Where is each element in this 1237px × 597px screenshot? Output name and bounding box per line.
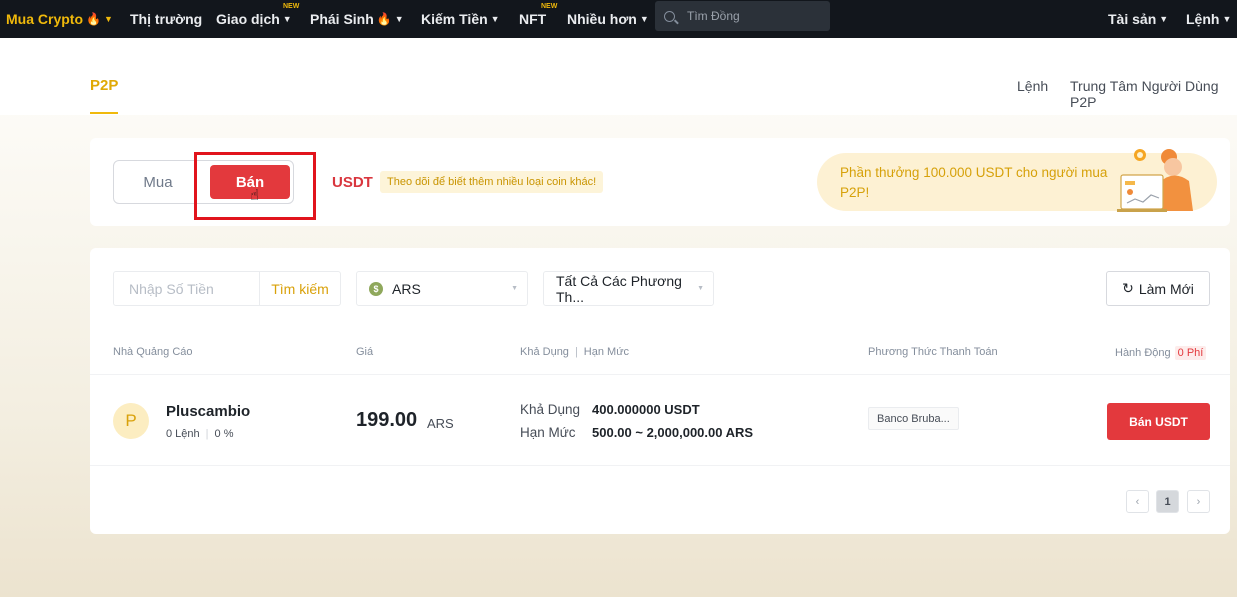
nav-earn[interactable]: Kiếm Tiền ▼ bbox=[421, 0, 500, 38]
search-icon bbox=[664, 10, 675, 22]
refresh-label: Làm Mới bbox=[1138, 280, 1194, 297]
nav-more-label: Nhiều hơn bbox=[567, 11, 637, 27]
nav-derivatives-label: Phái Sinh bbox=[310, 11, 374, 27]
ad-price-currency: ARS bbox=[427, 416, 454, 431]
chevron-down-icon: ▼ bbox=[103, 14, 113, 24]
nav-orders[interactable]: Lệnh ▼ bbox=[1186, 0, 1231, 38]
user-center-link[interactable]: Trung Tâm Người Dùng P2P bbox=[1070, 78, 1237, 110]
chevron-down-icon: ▼ bbox=[697, 285, 704, 292]
col-available: Khả Dụng bbox=[520, 346, 569, 358]
merchant-name[interactable]: Pluscambio bbox=[166, 403, 250, 420]
nav-assets-label: Tài sản bbox=[1108, 11, 1157, 27]
nav-assets[interactable]: Tài sản ▼ bbox=[1108, 0, 1168, 38]
table-row: P Pluscambio 0 Lệnh | 0 % 199.00 ARS Khả D… bbox=[90, 376, 1230, 466]
buy-tab-button[interactable]: Mua bbox=[115, 162, 201, 202]
nav-nft[interactable]: NFT NEW bbox=[519, 0, 557, 38]
payment-method-select-value: Tất Cả Các Phương Th... bbox=[556, 272, 682, 305]
coin-hint-badge[interactable]: Theo dõi để biết thêm nhiều loại coin kh… bbox=[380, 171, 604, 193]
tab-p2p[interactable]: P2P bbox=[90, 77, 118, 94]
col-divider: | bbox=[574, 346, 578, 358]
nav-buy-crypto[interactable]: Mua Crypto 🔥 ▼ bbox=[6, 0, 113, 38]
ad-listing-card: Tìm kiếm $ ARS ▼ Tất Cả Các Phương Th...… bbox=[90, 248, 1230, 534]
ars-coin-icon: $ bbox=[369, 281, 383, 296]
chevron-down-icon: ▼ bbox=[1159, 14, 1169, 24]
stats-divider: | bbox=[205, 428, 209, 440]
chevron-down-icon: ▼ bbox=[639, 14, 649, 24]
chevron-down-icon: ▼ bbox=[1222, 14, 1232, 24]
row-divider bbox=[90, 465, 1230, 466]
new-badge: NEW bbox=[283, 3, 300, 10]
nav-trade-label: Giao dịch bbox=[216, 11, 280, 27]
col-payment: Phương Thức Thanh Toán bbox=[868, 346, 998, 358]
payment-method-select[interactable]: Tất Cả Các Phương Th... ▼ bbox=[543, 271, 714, 306]
nav-markets-label: Thị trường bbox=[130, 11, 203, 27]
col-limit: Hạn Mức bbox=[583, 346, 630, 358]
refresh-icon: ↻ bbox=[1122, 280, 1134, 296]
nav-nft-label: NFT bbox=[519, 11, 547, 27]
merchant-completion: 0 % bbox=[214, 428, 234, 440]
trade-type-card: Mua Bán ☝ USDT Theo dõi để biết thêm nhi… bbox=[90, 138, 1230, 226]
promo-illustration-icon bbox=[1117, 149, 1193, 212]
nav-orders-label: Lệnh bbox=[1186, 11, 1220, 27]
nav-more[interactable]: Nhiều hơn ▼ bbox=[567, 0, 649, 38]
chevron-down-icon: ▼ bbox=[394, 14, 404, 24]
avatar: P bbox=[113, 403, 149, 439]
nav-buy-crypto-label: Mua Crypto bbox=[6, 11, 83, 27]
nav-derivatives[interactable]: Phái Sinh 🔥 ▼ bbox=[310, 0, 404, 38]
limit-value: 500.00 ~ 2,000,000.00 ARS bbox=[592, 425, 754, 440]
limit-label: Hạn Mức bbox=[520, 425, 576, 440]
available-label: Khả Dụng bbox=[520, 402, 581, 417]
chevron-down-icon: ▼ bbox=[490, 14, 500, 24]
page-1-button[interactable]: 1 bbox=[1156, 490, 1179, 513]
nav-markets[interactable]: Thị trường bbox=[130, 0, 202, 38]
col-action: Hành Động 0 Phí bbox=[1115, 346, 1207, 360]
fiat-select-value: ARS bbox=[392, 280, 421, 297]
header-divider bbox=[90, 374, 1230, 375]
tab-underline bbox=[90, 112, 118, 114]
coin-selector-usdt[interactable]: USDT bbox=[332, 174, 373, 191]
col-available-limit: Khả Dụng | Hạn Mức bbox=[520, 346, 629, 358]
merchant-stats: 0 Lệnh | 0 % bbox=[166, 428, 233, 440]
col-price: Giá bbox=[356, 346, 374, 358]
sell-usdt-button[interactable]: Bán USDT bbox=[1107, 403, 1210, 440]
fire-icon: 🔥 bbox=[376, 12, 392, 26]
amount-input[interactable] bbox=[114, 272, 259, 305]
merchant-orders: 0 Lệnh bbox=[166, 428, 200, 440]
fiat-select[interactable]: $ ARS ▼ bbox=[356, 271, 528, 306]
ad-price: 199.00 bbox=[356, 409, 418, 431]
coin-search-input[interactable] bbox=[687, 9, 817, 23]
promo-text: Phần thưởng 100.000 USDT cho người mua P… bbox=[840, 165, 1108, 200]
new-badge: NEW bbox=[541, 3, 558, 10]
next-page-button[interactable]: › bbox=[1187, 490, 1210, 513]
chevron-down-icon: ▼ bbox=[511, 285, 518, 292]
available-value: 400.000000 USDT bbox=[592, 402, 700, 417]
p2p-header: P2P Lệnh Trung Tâm Người Dùng P2P bbox=[0, 38, 1237, 115]
top-nav: Mua Crypto 🔥 ▼ Thị trường Giao dịch ▼ NE… bbox=[0, 0, 1237, 38]
hand-cursor-icon: ☝ bbox=[250, 187, 260, 204]
refresh-button[interactable]: ↻ Làm Mới bbox=[1106, 271, 1210, 306]
amount-filter: Tìm kiếm bbox=[113, 271, 341, 306]
fire-icon: 🔥 bbox=[86, 12, 101, 26]
col-advertiser: Nhà Quảng Cáo bbox=[113, 346, 193, 358]
promo-banner[interactable]: Phần thưởng 100.000 USDT cho người mua P… bbox=[817, 149, 1217, 212]
amount-search-button[interactable]: Tìm kiếm bbox=[259, 272, 340, 305]
chevron-down-icon: ▼ bbox=[282, 14, 292, 24]
orders-link[interactable]: Lệnh bbox=[1017, 78, 1048, 94]
col-action-label: Hành Động bbox=[1115, 347, 1171, 359]
nav-earn-label: Kiếm Tiền bbox=[421, 11, 488, 27]
prev-page-button[interactable]: ‹ bbox=[1126, 490, 1149, 513]
coin-search[interactable] bbox=[655, 1, 830, 31]
nav-trade[interactable]: Giao dịch ▼ NEW bbox=[216, 0, 299, 38]
payment-method-tag: Banco Bruba... bbox=[868, 407, 959, 430]
fee-badge: 0 Phí bbox=[1174, 346, 1207, 360]
